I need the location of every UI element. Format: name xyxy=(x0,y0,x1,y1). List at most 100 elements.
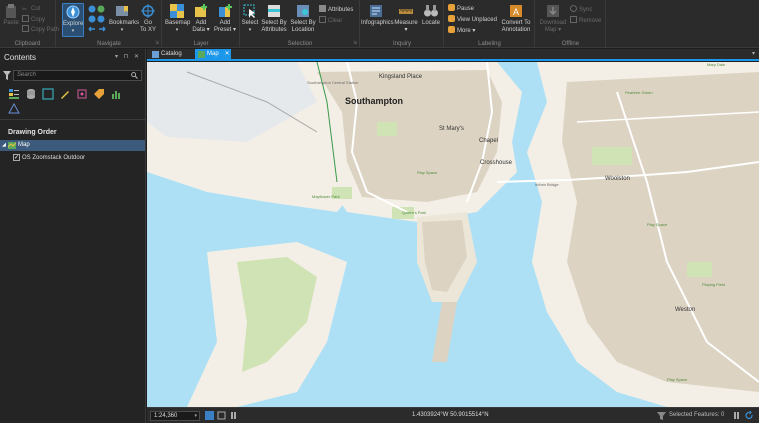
add-preset-label-1: Add xyxy=(219,20,231,26)
tab-catalog[interactable]: Catalog xyxy=(149,49,193,60)
remove-icon xyxy=(570,16,577,23)
locate-button[interactable]: Locate xyxy=(421,3,441,27)
bookmarks-button[interactable]: Bookmarks ▾ xyxy=(109,3,139,34)
clear-button[interactable]: Clear xyxy=(319,16,342,25)
list-by-charts-icon[interactable] xyxy=(110,87,122,99)
catalog-icon xyxy=(152,51,159,58)
map-grid-icon[interactable] xyxy=(205,411,214,420)
scale-2d-icon[interactable] xyxy=(217,411,226,420)
remove-label: Remove xyxy=(579,18,602,24)
selection-group: Select ▾ Select By Attributes Select By Loc… xyxy=(241,0,360,48)
cut-button[interactable]: ✂ Cut xyxy=(22,5,40,13)
remove-button[interactable]: Remove xyxy=(570,16,601,25)
drawing-order-title: Drawing Order xyxy=(8,129,57,136)
select-by-attributes-button[interactable]: Select By Attributes xyxy=(259,3,289,34)
select-by-attributes-icon xyxy=(268,5,280,17)
sync-icon xyxy=(570,5,577,12)
basemap-icon xyxy=(170,4,184,18)
infographics-button[interactable]: Infographics xyxy=(361,3,394,27)
park-hoglands xyxy=(377,122,397,136)
select-button[interactable]: Select ▾ xyxy=(241,3,259,34)
scale-input[interactable]: 1:24,360 ▾ xyxy=(150,411,200,421)
list-by-drawing-order-icon[interactable] xyxy=(8,87,20,99)
measure-button[interactable]: Measure ▾ xyxy=(393,3,419,34)
search-icon[interactable] xyxy=(131,72,138,79)
copy-button[interactable]: Copy xyxy=(22,15,45,24)
bookmarks-label: Bookmarks xyxy=(109,20,140,26)
scale-dropdown-icon[interactable]: ▾ xyxy=(194,412,197,420)
clear-icon xyxy=(319,16,326,23)
sync-button[interactable]: Sync xyxy=(570,5,592,14)
tree-item-map[interactable]: ◢ Map xyxy=(0,140,145,151)
label-queens-park: Queen's Park xyxy=(402,210,427,215)
label-play-space-3: Play Space xyxy=(667,377,688,382)
selection-filter-icon[interactable] xyxy=(657,411,666,420)
clipboard-group-label: Clipboard xyxy=(14,41,41,47)
navigate-launcher-icon[interactable]: ⇲ xyxy=(155,40,159,46)
attributes-icon xyxy=(319,5,326,12)
pause-button[interactable]: Pause xyxy=(448,4,474,13)
go-to-xy-button[interactable]: Go To XY xyxy=(138,3,158,34)
label-itchen-bridge: Itchen Bridge xyxy=(535,182,559,187)
park-peartree xyxy=(592,147,632,165)
add-data-button[interactable]: Add Data ▾ xyxy=(190,3,212,34)
list-by-editing-icon[interactable] xyxy=(59,87,71,99)
more-button[interactable]: More ▾ xyxy=(448,26,475,35)
download-map-button[interactable]: Download Map ▾ xyxy=(538,3,568,34)
selection-launcher-icon[interactable]: ⇲ xyxy=(353,40,357,46)
convert-to-annotation-label-1: Convert To xyxy=(501,20,531,26)
crosshair-icon xyxy=(141,4,155,18)
pause-label: Pause xyxy=(457,6,475,12)
view-unplaced-button[interactable]: View Unplaced xyxy=(448,15,497,24)
refresh-icon[interactable] xyxy=(745,411,754,420)
search-row: Search xyxy=(3,70,142,81)
navigation-arrows-icon[interactable] xyxy=(87,4,107,34)
collapse-chevron-icon[interactable]: ◢ xyxy=(2,142,6,148)
tree-item-layer-label: OS Zoomstack Outdoor xyxy=(22,155,86,161)
tree-item-layer[interactable]: ✓ OS Zoomstack Outdoor xyxy=(0,153,145,164)
document-tabs: Catalog Map ✕ ▾ xyxy=(147,49,759,61)
view-unplaced-icon xyxy=(448,15,455,22)
pause-drawing-icon[interactable] xyxy=(229,411,238,420)
list-by-perspective-icon[interactable] xyxy=(8,101,20,114)
layer-visibility-checkbox[interactable]: ✓ xyxy=(13,154,20,161)
select-by-location-button[interactable]: Select By Location xyxy=(289,3,317,34)
infographics-icon xyxy=(370,5,382,17)
add-preset-label-2: Preset xyxy=(213,27,232,33)
attributes-button[interactable]: Attributes xyxy=(319,5,353,14)
map-view[interactable]: Southampton Kingsland Place St Mary's Ch… xyxy=(147,62,759,407)
locate-label: Locate xyxy=(421,20,440,26)
filter-icon[interactable] xyxy=(3,71,11,80)
pane-controls[interactable]: ▾ ⊓ ✕ xyxy=(115,53,141,60)
basemap-canvas xyxy=(147,62,759,407)
layer-group: Basemap ▾ Add Data ▾ Add Preset ▾ Layer xyxy=(163,0,240,48)
close-icon[interactable]: ✕ xyxy=(225,51,230,57)
pane-divider xyxy=(0,119,146,120)
contents-title: Contents xyxy=(4,53,37,62)
tree-item-map-label: Map xyxy=(18,142,30,148)
convert-to-annotation-button[interactable]: A Convert To Annotation xyxy=(499,3,533,34)
tabs-overflow-icon[interactable]: ▾ xyxy=(752,50,755,57)
paste-button[interactable]: Paste xyxy=(2,3,20,27)
navigate-group: Explore ▾ Bookmarks ▾ Go To XY Navigate ⇲ xyxy=(57,0,162,48)
pause-icon-status[interactable] xyxy=(732,411,741,420)
explore-dropdown-icon[interactable]: ▾ xyxy=(72,28,75,34)
list-by-snapping-icon[interactable] xyxy=(76,87,88,99)
explore-button[interactable]: Explore ▾ xyxy=(62,3,84,37)
measure-label: Measure xyxy=(394,20,418,26)
map-tab-icon xyxy=(198,51,205,58)
tab-map[interactable]: Map ✕ xyxy=(195,49,231,60)
add-preset-button[interactable]: Add Preset ▾ xyxy=(213,3,237,34)
label-central-station: Southampton Central Station xyxy=(307,80,359,85)
go-to-xy-label-2: To XY xyxy=(139,27,156,33)
list-by-source-icon[interactable] xyxy=(25,87,37,99)
basemap-button[interactable]: Basemap ▾ xyxy=(165,3,190,34)
search-input[interactable]: Search xyxy=(13,70,142,81)
list-by-labeling-icon[interactable] xyxy=(93,87,105,99)
selected-features-count: Selected Features: 0 xyxy=(669,412,725,418)
list-by-selection-icon[interactable] xyxy=(42,87,54,100)
label-play-space-2: Play Space xyxy=(647,222,668,227)
copy-path-button[interactable]: Copy Path xyxy=(22,25,59,34)
copy-icon xyxy=(22,15,29,22)
inquiry-group: Infographics Measure ▾ Locate Inquiry xyxy=(361,0,444,48)
